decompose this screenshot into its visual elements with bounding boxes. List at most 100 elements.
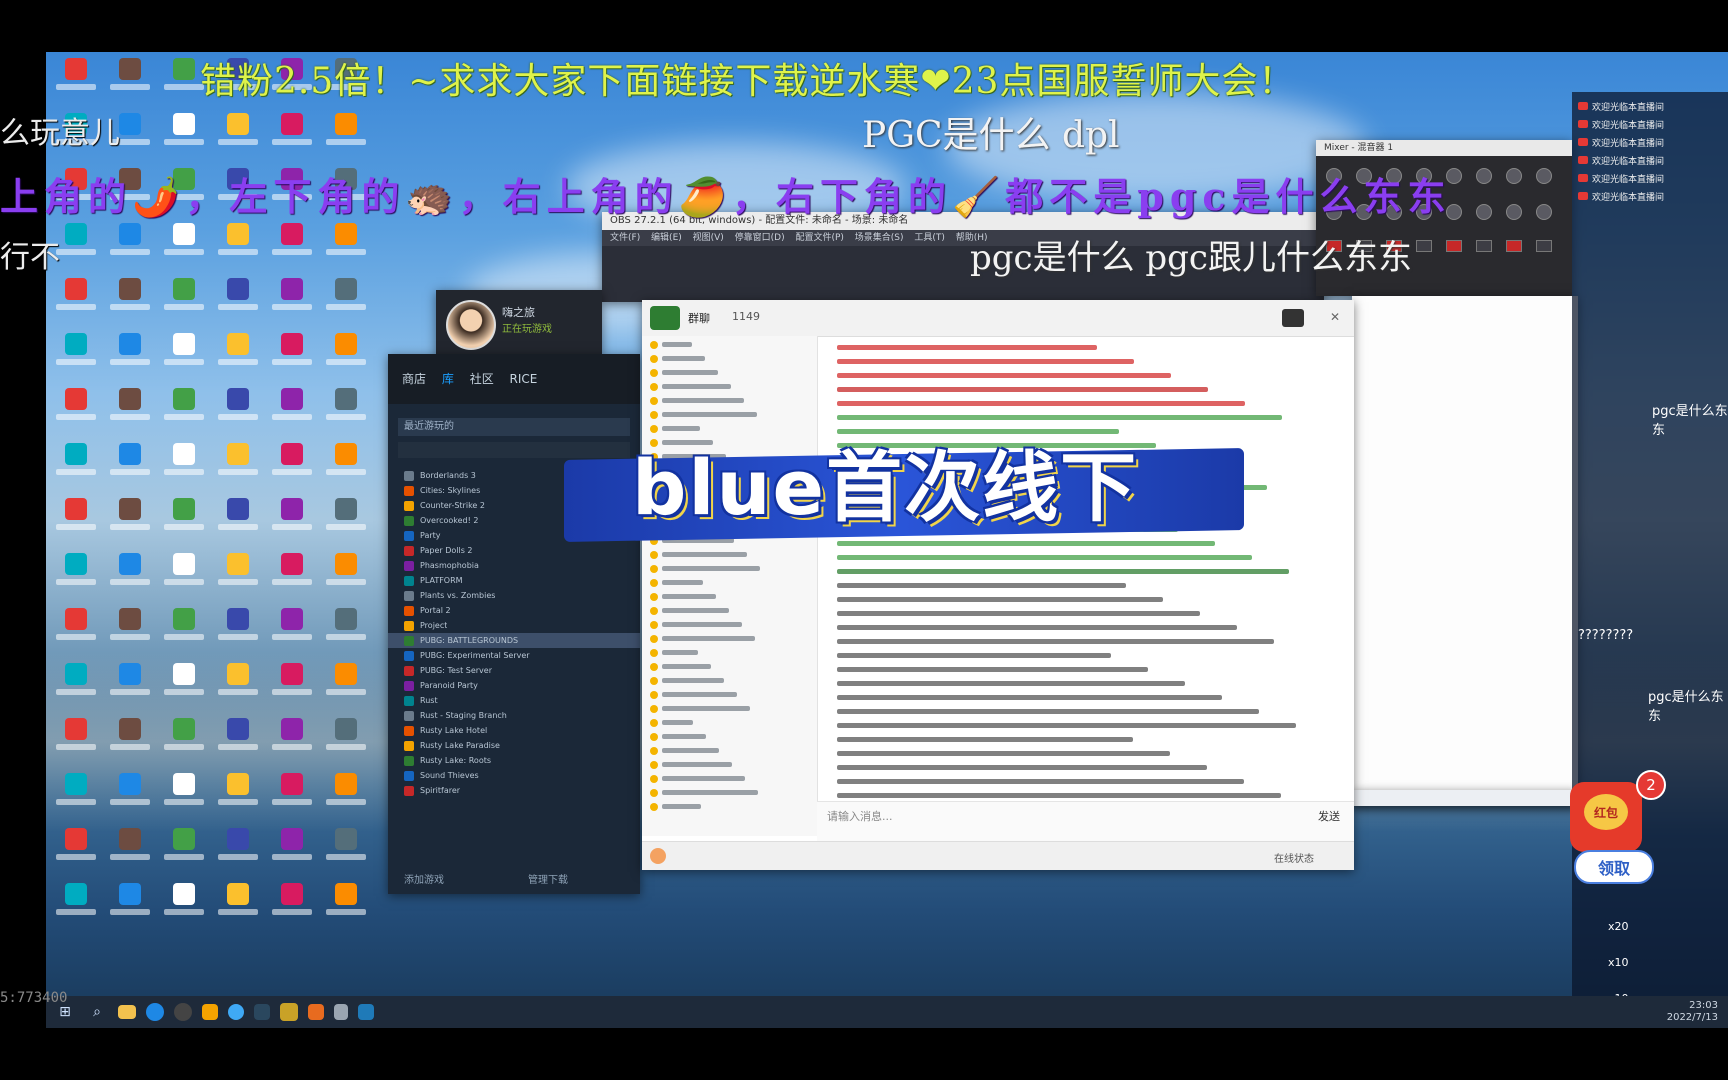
mixer-pad[interactable]: [1476, 240, 1492, 252]
desktop-shortcut-icon[interactable]: [104, 714, 156, 769]
desktop-shortcut-icon[interactable]: [158, 439, 210, 494]
desktop-shortcut-icon[interactable]: [320, 494, 372, 549]
desktop-shortcut-icon[interactable]: [104, 54, 156, 109]
game-list-item[interactable]: PUBG: BATTLEGROUNDS: [388, 633, 640, 648]
mixer-pad[interactable]: [1416, 240, 1432, 252]
notes-icon[interactable]: [334, 1004, 348, 1020]
self-avatar[interactable]: [650, 848, 666, 864]
game-list-item[interactable]: Rust: [388, 693, 640, 708]
desktop-shortcut-icon[interactable]: [320, 384, 372, 439]
mixer-pad[interactable]: [1506, 240, 1522, 252]
desktop-shortcut-icon[interactable]: [212, 274, 264, 329]
close-icon[interactable]: ✕: [1330, 310, 1340, 324]
desktop-shortcut-icon[interactable]: [104, 384, 156, 439]
steam-profile-panel[interactable]: 嗨之旅 正在玩游戏: [436, 290, 602, 356]
desktop-shortcut-icon[interactable]: [266, 109, 318, 164]
desktop-shortcut-icon[interactable]: [266, 384, 318, 439]
desktop-shortcut-icon[interactable]: [212, 714, 264, 769]
file-explorer-icon[interactable]: [118, 1005, 136, 1019]
desktop-shortcut-icon[interactable]: [212, 219, 264, 274]
desktop-shortcut-icon[interactable]: [50, 329, 102, 384]
game-list-item[interactable]: Portal 2: [388, 603, 640, 618]
game-list-item[interactable]: Rust - Staging Branch: [388, 708, 640, 723]
mixer-knob[interactable]: [1536, 168, 1552, 184]
desktop-shortcut-icon[interactable]: [212, 329, 264, 384]
nav-community[interactable]: 社区: [470, 372, 494, 386]
desktop-shortcut-icon[interactable]: [266, 219, 318, 274]
desktop-shortcut-icon[interactable]: [158, 714, 210, 769]
mixer-knob[interactable]: [1506, 204, 1522, 220]
desktop-shortcut-icon[interactable]: [266, 659, 318, 714]
desktop-shortcut-icon[interactable]: [212, 769, 264, 824]
desktop-shortcut-icon[interactable]: [212, 879, 264, 934]
red-packet[interactable]: 红包: [1570, 782, 1642, 852]
desktop-shortcut-icon[interactable]: [158, 329, 210, 384]
search-icon[interactable]: ⌕: [86, 1001, 108, 1023]
desktop-shortcut-icon[interactable]: [104, 329, 156, 384]
desktop-shortcut-icon[interactable]: [266, 549, 318, 604]
claim-button[interactable]: 领取: [1574, 850, 1654, 884]
desktop-shortcut-icon[interactable]: [266, 714, 318, 769]
desktop-shortcut-icon[interactable]: [320, 329, 372, 384]
send-button[interactable]: 发送: [1318, 808, 1340, 824]
game-list-item[interactable]: Project: [388, 618, 640, 633]
desktop-shortcut-icon[interactable]: [50, 769, 102, 824]
home-icon[interactable]: [1282, 309, 1304, 327]
desktop-shortcut-icon[interactable]: [104, 824, 156, 879]
obs-icon[interactable]: [174, 1003, 192, 1021]
desktop-shortcut-icon[interactable]: [158, 659, 210, 714]
game-list-item[interactable]: Phasmophobia: [388, 558, 640, 573]
desktop-shortcut-icon[interactable]: [266, 494, 318, 549]
desktop-shortcut-icon[interactable]: [320, 549, 372, 604]
desktop-shortcut-icon[interactable]: [266, 824, 318, 879]
desktop-shortcut-icon[interactable]: [320, 604, 372, 659]
desktop-shortcut-icon[interactable]: [104, 274, 156, 329]
desktop-shortcut-icon[interactable]: [50, 494, 102, 549]
game-list-item[interactable]: Rusty Lake: Roots: [388, 753, 640, 768]
desktop-shortcut-icon[interactable]: [104, 604, 156, 659]
desktop-shortcut-icon[interactable]: [158, 494, 210, 549]
desktop-shortcut-icon[interactable]: [212, 439, 264, 494]
desktop-shortcut-icon[interactable]: [320, 659, 372, 714]
app-icon[interactable]: [202, 1004, 218, 1020]
desktop-shortcut-icon[interactable]: [212, 659, 264, 714]
mixer-knob[interactable]: [1476, 168, 1492, 184]
desktop-shortcut-icon[interactable]: [266, 604, 318, 659]
desktop-shortcut-icon[interactable]: [50, 824, 102, 879]
game-list-item[interactable]: Rusty Lake Paradise: [388, 738, 640, 753]
desktop-shortcut-icon[interactable]: [158, 549, 210, 604]
qq-chat-window[interactable]: 群聊 1149 ✕ 请输入消息... 发送 在线状态: [642, 300, 1354, 870]
desktop-shortcut-icon[interactable]: [266, 879, 318, 934]
message-input[interactable]: 请输入消息...: [827, 808, 893, 824]
taskbar-clock[interactable]: 23:03 2022/7/13: [1667, 1000, 1718, 1024]
game-list-item[interactable]: Plants vs. Zombies: [388, 588, 640, 603]
qq-input-area[interactable]: 请输入消息... 发送: [817, 801, 1354, 842]
desktop-shortcut-icon[interactable]: [104, 659, 156, 714]
desktop-shortcut-icon[interactable]: [50, 549, 102, 604]
game-list-item[interactable]: PLATFORM: [388, 573, 640, 588]
desktop-shortcut-icon[interactable]: [50, 54, 102, 109]
desktop-shortcut-icon[interactable]: [266, 439, 318, 494]
add-game-button[interactable]: 添加游戏: [404, 871, 444, 886]
desktop-shortcut-icon[interactable]: [158, 384, 210, 439]
desktop-shortcut-icon[interactable]: [212, 604, 264, 659]
game-list-item[interactable]: Sound Thieves: [388, 768, 640, 783]
game-list-item[interactable]: PUBG: Test Server: [388, 663, 640, 678]
desktop-shortcut-icon[interactable]: [158, 219, 210, 274]
desktop-shortcut-icon[interactable]: [158, 769, 210, 824]
desktop-shortcut-icon[interactable]: [266, 769, 318, 824]
desktop-shortcut-icon[interactable]: [104, 219, 156, 274]
desktop-shortcut-icon[interactable]: [158, 824, 210, 879]
desktop-shortcut-icon[interactable]: [320, 439, 372, 494]
desktop-shortcut-icon[interactable]: [212, 549, 264, 604]
downloads-button[interactable]: 管理下载: [528, 871, 568, 886]
desktop-shortcut-icon[interactable]: [158, 274, 210, 329]
game-list-item[interactable]: PUBG: Experimental Server: [388, 648, 640, 663]
game-icon[interactable]: [280, 1003, 298, 1021]
desktop-shortcut-icon[interactable]: [50, 659, 102, 714]
edge-icon[interactable]: [146, 1003, 164, 1021]
steam-icon[interactable]: [254, 1004, 270, 1020]
desktop-shortcut-icon[interactable]: [212, 384, 264, 439]
desktop-shortcut-icon[interactable]: [212, 494, 264, 549]
desktop-shortcut-icon[interactable]: [212, 109, 264, 164]
